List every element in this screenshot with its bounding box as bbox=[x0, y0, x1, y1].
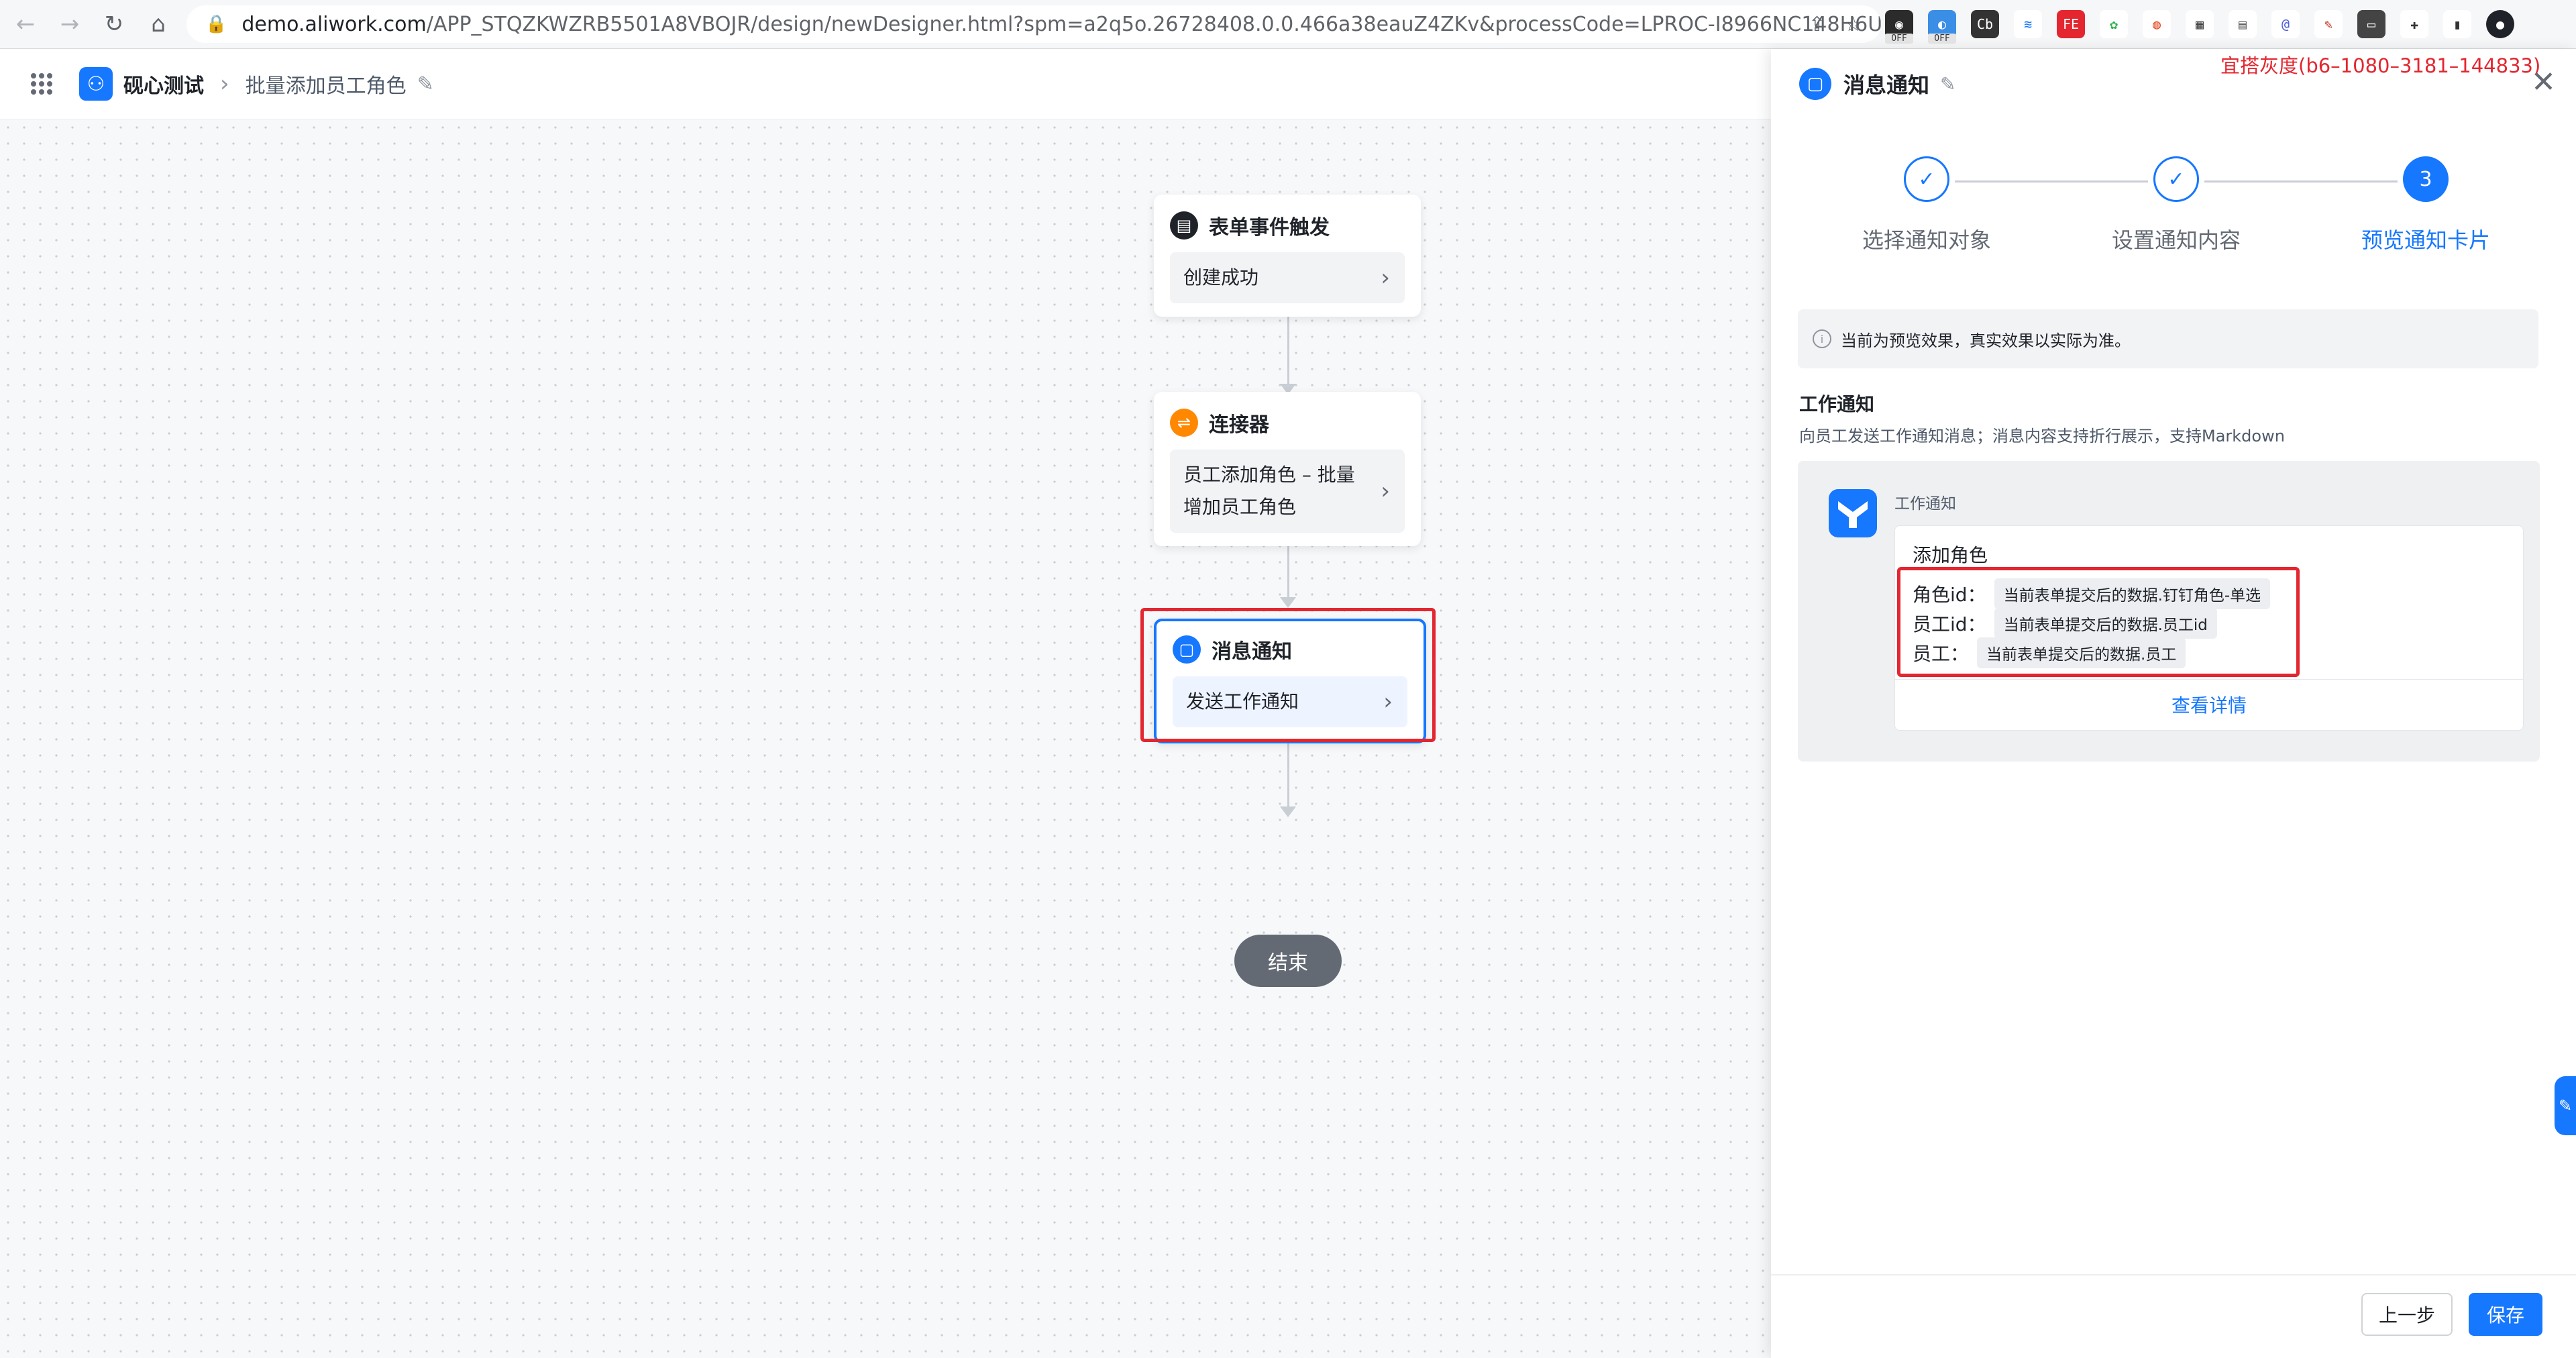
page: ← → ↻ ⌂ 🔒 demo.aliwork.com /APP_STQZKWZR… bbox=[0, 0, 2576, 1358]
preview-tag: 工作通知 bbox=[1894, 495, 1956, 513]
extension-icon[interactable]: ◍ bbox=[2143, 10, 2171, 38]
panel-footer bbox=[1771, 1274, 2576, 1358]
extension-off-badge: OFF bbox=[1928, 34, 1956, 44]
lock-icon: 🔒 bbox=[205, 14, 227, 34]
node-body-text: 创建成功 bbox=[1183, 266, 1259, 289]
flow-arrow bbox=[1280, 597, 1296, 608]
chevron-right-icon: › bbox=[1381, 264, 1390, 291]
reload-icon[interactable]: ↻ bbox=[95, 5, 133, 43]
address-bar[interactable]: 🔒 demo.aliwork.com /APP_STQZKWZRB5501A8V… bbox=[186, 5, 1881, 43]
node-title: 表单事件触发 bbox=[1209, 216, 1330, 240]
chevron-right-icon: › bbox=[1381, 478, 1390, 505]
share-icon[interactable]: ⇪ bbox=[1809, 13, 1825, 36]
browser-toolbar: ← → ↻ ⌂ 🔒 demo.aliwork.com /APP_STQZKWZR… bbox=[0, 0, 2576, 49]
at-sign-icon[interactable]: @ bbox=[2271, 10, 2300, 38]
environment-tag: 宜搭灰度(b6–1080–3181–144833) bbox=[2220, 54, 2541, 77]
panel-header: ▢ 消息通知 ✎ 宜搭灰度(b6–1080–3181–144833) ✕ bbox=[1771, 49, 2576, 119]
preview-notice: i 当前为预览效果，真实效果以实际为准。 bbox=[1798, 309, 2538, 368]
connector-icon: ⇌ bbox=[1170, 409, 1198, 437]
url-host: demo.aliwork.com bbox=[241, 12, 427, 36]
section-description: 向员工发送工作通知消息；消息内容支持折行展示，支持Markdown bbox=[1799, 427, 2285, 446]
puzzle-icon[interactable]: ✚ bbox=[2400, 10, 2428, 38]
message-icon: ▢ bbox=[1799, 68, 1831, 100]
info-icon: i bbox=[1813, 329, 1831, 348]
edit-icon[interactable]: ✎ bbox=[1940, 73, 1955, 95]
app-name[interactable]: 砚心测试 bbox=[123, 69, 204, 99]
url-path: /APP_STQZKWZRB5501A8VBOJR/design/newDesi… bbox=[426, 12, 1881, 36]
qr-code-icon[interactable]: ▦ bbox=[2186, 10, 2214, 38]
previous-step-button[interactable]: 上一步 bbox=[2361, 1293, 2453, 1336]
app-grid-icon[interactable] bbox=[31, 73, 52, 95]
extension-icon[interactable]: ≋ bbox=[2014, 10, 2042, 38]
trigger-node[interactable]: ▤ 表单事件触发 创建成功 › bbox=[1154, 195, 1421, 317]
extension-icon[interactable]: Cb bbox=[1971, 10, 1999, 38]
app-header: ⚇ 砚心测试 › 批量添加员工角色 ✎ bbox=[0, 49, 1771, 119]
connector-node[interactable]: ⇌ 连接器 员工添加角色 – 批量增加员工角色 › bbox=[1154, 392, 1421, 546]
sidebar-icon[interactable]: ▮ bbox=[2443, 10, 2471, 38]
notification-preview: 工作通知 添加角色 角色id： 当前表单提交后的数据.钉钉角色-单选 员工id：… bbox=[1798, 461, 2540, 762]
step-2-check-icon[interactable]: ✓ bbox=[2153, 156, 2199, 202]
forward-icon[interactable]: → bbox=[51, 5, 89, 43]
edit-icon[interactable]: ✎ bbox=[417, 72, 434, 96]
dingtalk-logo-icon bbox=[1829, 489, 1877, 537]
node-body-text: 员工添加角色 – 批量增加员工角色 bbox=[1183, 464, 1355, 518]
home-icon[interactable]: ⌂ bbox=[140, 5, 177, 43]
step-3-label[interactable]: 预览通知卡片 bbox=[2318, 223, 2533, 254]
step-3-indicator[interactable]: 3 bbox=[2403, 156, 2449, 202]
extension-off-badge: OFF bbox=[1885, 34, 1913, 44]
step-connector bbox=[2204, 180, 2398, 182]
preview-notice-text: 当前为预览效果，真实效果以实际为准。 bbox=[1841, 331, 2131, 350]
feedback-tab[interactable]: ✎ bbox=[2555, 1076, 2576, 1135]
chevron-right-icon: › bbox=[220, 70, 229, 97]
extension-icon[interactable]: ✿ bbox=[2100, 10, 2128, 38]
stepper: ✓ 选择通知对象 ✓ 设置通知内容 3 预览通知卡片 bbox=[1771, 156, 2576, 264]
node-title: 连接器 bbox=[1209, 413, 1269, 437]
app-logo-icon[interactable]: ⚇ bbox=[79, 67, 113, 101]
section-title: 工作通知 bbox=[1799, 393, 1875, 415]
end-node[interactable]: 结束 bbox=[1234, 935, 1342, 987]
step-connector bbox=[1955, 180, 2148, 182]
node-body[interactable]: 员工添加角色 – 批量增加员工角色 › bbox=[1170, 450, 1405, 533]
flow-canvas[interactable]: ▤ 表单事件触发 创建成功 › ⇌ 连接器 员工添加角色 – 批量增加员工角色 … bbox=[0, 119, 1771, 1358]
flow-connector-line bbox=[1287, 734, 1289, 815]
extension-icon[interactable]: FE bbox=[2057, 10, 2085, 38]
extension-icon[interactable]: ◉ OFF bbox=[1885, 10, 1913, 44]
profile-avatar[interactable]: ● bbox=[2486, 10, 2514, 38]
view-details-link[interactable]: 查看详情 bbox=[1895, 691, 2523, 718]
page-title: 批量添加员工角色 bbox=[245, 74, 407, 98]
step-2-label[interactable]: 设置通知内容 bbox=[2069, 223, 2284, 254]
card-title: 添加角色 bbox=[1913, 544, 1988, 566]
step-1-label[interactable]: 选择通知对象 bbox=[1819, 223, 2034, 254]
save-button[interactable]: 保存 bbox=[2469, 1293, 2542, 1336]
back-icon[interactable]: ← bbox=[7, 5, 44, 43]
flow-arrow bbox=[1280, 806, 1296, 817]
bookmark-star-icon[interactable]: ☆ bbox=[1844, 13, 1862, 36]
node-body[interactable]: 创建成功 › bbox=[1170, 252, 1405, 303]
close-icon[interactable]: ✕ bbox=[2531, 65, 2556, 99]
extensions-bar: ◉ OFF ◐ OFF Cb ≋ FE ✿ ◍ ▦ ▤ @ ✎ ▭ ✚ ▮ ● bbox=[1885, 7, 2514, 44]
extension-icon[interactable]: ◐ OFF bbox=[1928, 10, 1956, 44]
highlight-box bbox=[1897, 567, 2300, 677]
panel-title: 消息通知 bbox=[1843, 72, 1930, 98]
pen-icon[interactable]: ✎ bbox=[2314, 10, 2343, 38]
extension-icon[interactable]: ▭ bbox=[2357, 10, 2385, 38]
extension-icon[interactable]: ▤ bbox=[2229, 10, 2257, 38]
flow-connector-line bbox=[1287, 305, 1289, 392]
form-doc-icon: ▤ bbox=[1170, 211, 1198, 240]
highlight-box bbox=[1140, 608, 1436, 742]
divider bbox=[1895, 679, 2523, 680]
message-settings-panel: ▢ 消息通知 ✎ 宜搭灰度(b6–1080–3181–144833) ✕ ✓ 选… bbox=[1771, 49, 2576, 1358]
step-1-check-icon[interactable]: ✓ bbox=[1904, 156, 1949, 202]
